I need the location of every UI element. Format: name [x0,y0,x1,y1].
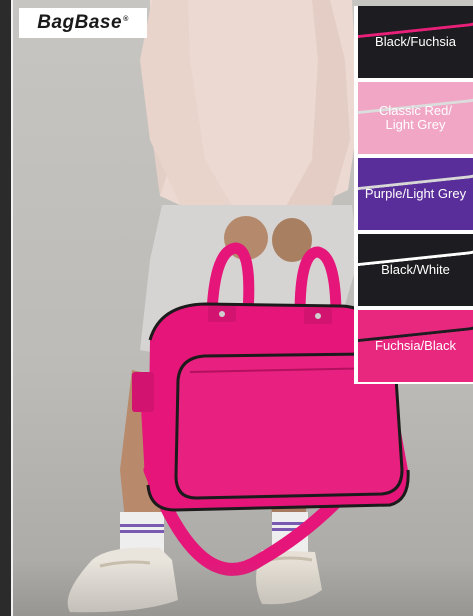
swatch-fuchsia-black[interactable]: Fuchsia/Black [358,310,473,382]
swatch-label: Black/White [381,262,450,277]
swatch-label: Purple/Light Grey [364,186,467,201]
swatch-purple-light-grey[interactable]: Purple/Light Grey [358,158,473,230]
swatch-label: Black/Fuchsia [375,34,456,49]
swatch-black-fuchsia[interactable]: Black/Fuchsia [358,6,473,78]
swatch-classic-red-light-grey[interactable]: Classic Red/Light Grey [358,82,473,154]
brand-logo-text: BagBase® [37,12,129,33]
swatch-black-white[interactable]: Black/White [358,234,473,306]
floor-shadow [0,560,473,616]
left-border-highlight [11,0,13,616]
brand-logo: BagBase® [19,8,147,38]
swatch-label: Classic Red/Light Grey [379,103,452,132]
colour-swatch-panel: Black/Fuchsia Classic Red/Light Grey Pur… [354,6,473,384]
swatch-label: Fuchsia/Black [375,338,456,353]
product-image-frame: BagBase® Black/Fuchsia Classic Red/Light… [0,0,473,616]
